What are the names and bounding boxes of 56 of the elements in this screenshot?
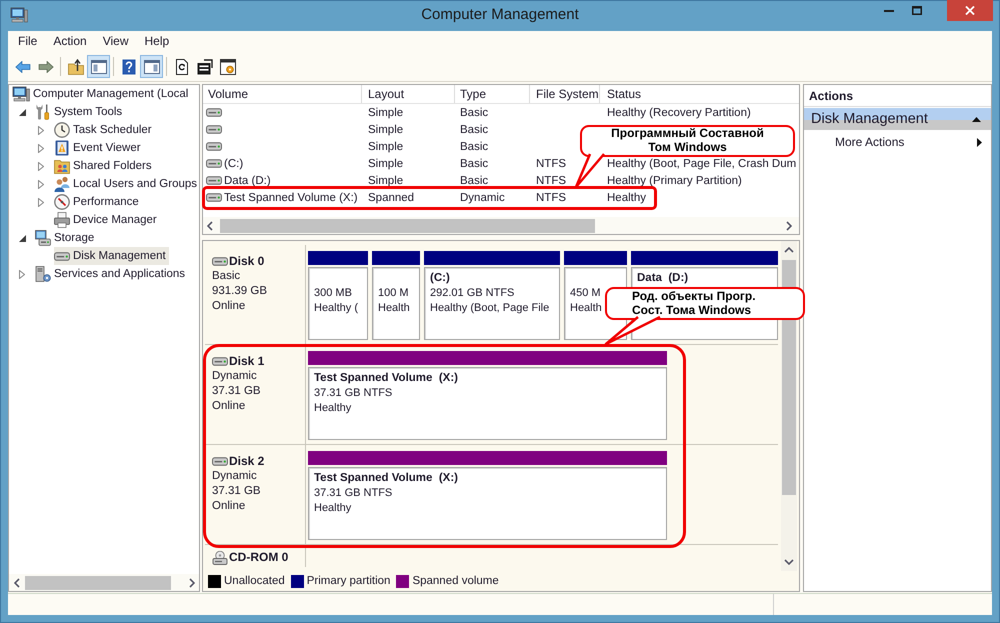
partition-detail: Healthy (Boot, Page File (430, 302, 550, 314)
legend-label: Unallocated (224, 575, 285, 587)
status-text: Healthy (Primary Partition) (607, 174, 742, 186)
status-text: Healthy (607, 192, 646, 204)
volume-name: Data (D:) (224, 174, 271, 186)
disk-info: 37.31 GB (212, 385, 261, 397)
disk-info: Dynamic (212, 370, 257, 382)
disk-info: Dynamic (212, 470, 257, 482)
partition-title: Test Spanned Volume (X:) (314, 372, 458, 384)
partition-detail: Health (378, 302, 410, 314)
type-text: Basic (460, 158, 488, 170)
partition-detail: Healthy (314, 402, 352, 414)
type-text: Basic (460, 174, 488, 186)
partition-detail: Health (570, 302, 602, 314)
disk-name: Disk 2 (229, 454, 264, 469)
type-text: Basic (460, 106, 488, 118)
type-text: Dynamic (460, 192, 505, 204)
partition-detail: 450 M (570, 287, 601, 299)
partition-detail: 100 M (378, 287, 409, 299)
layout-text: Spanned (368, 192, 414, 204)
partition-title: (C:) (430, 272, 450, 284)
layout-text: Simple (368, 124, 404, 136)
disk-info: 931.39 GB (212, 285, 267, 297)
legend-label: Primary partition (306, 575, 390, 587)
disk-info: 37.31 GB (212, 485, 261, 497)
partition-title: Data (D:) (637, 272, 688, 284)
layout-text: Simple (368, 106, 404, 118)
type-text: Basic (460, 124, 488, 136)
layout-text: Simple (368, 140, 404, 152)
file-system-text: NTFS (536, 158, 566, 170)
disk-info: Online (212, 500, 246, 512)
status-text: Healthy (Boot, Page File, Crash Dum (607, 158, 796, 170)
partition-detail: 37.31 GB NTFS (314, 387, 392, 399)
volume-name: (C:) (224, 158, 244, 170)
disk-info: Online (212, 300, 246, 312)
partition-detail: 37.31 GB NTFS (314, 487, 392, 499)
partition-detail: 292.01 GB NTFS (430, 287, 514, 299)
layout-text: Simple (368, 174, 404, 186)
legend-label: Spanned volume (412, 575, 499, 587)
partition-title: Test Spanned Volume (X:) (314, 472, 458, 484)
disk-name: Disk 0 (229, 254, 264, 269)
pane-title: Actions (804, 86, 991, 107)
file-system-text: NTFS (536, 174, 566, 186)
status-text: Healthy (Recovery Partition) (607, 106, 751, 118)
disk-name: Disk 1 (229, 354, 264, 369)
partition-detail: Healthy (314, 502, 352, 514)
volume-name: Test Spanned Volume (X:) (224, 192, 358, 204)
window-title: Computer Management (421, 5, 579, 25)
partition-detail: 300 MB (314, 287, 352, 299)
disk-name: CD-ROM 0 (229, 550, 288, 565)
disk-info: Online (212, 400, 246, 412)
type-text: Basic (460, 140, 488, 152)
file-system-text: NTFS (536, 192, 566, 204)
layout-text: Simple (368, 158, 404, 170)
disk-info: Basic (212, 270, 240, 282)
partition-detail: Healthy ( (314, 302, 358, 314)
